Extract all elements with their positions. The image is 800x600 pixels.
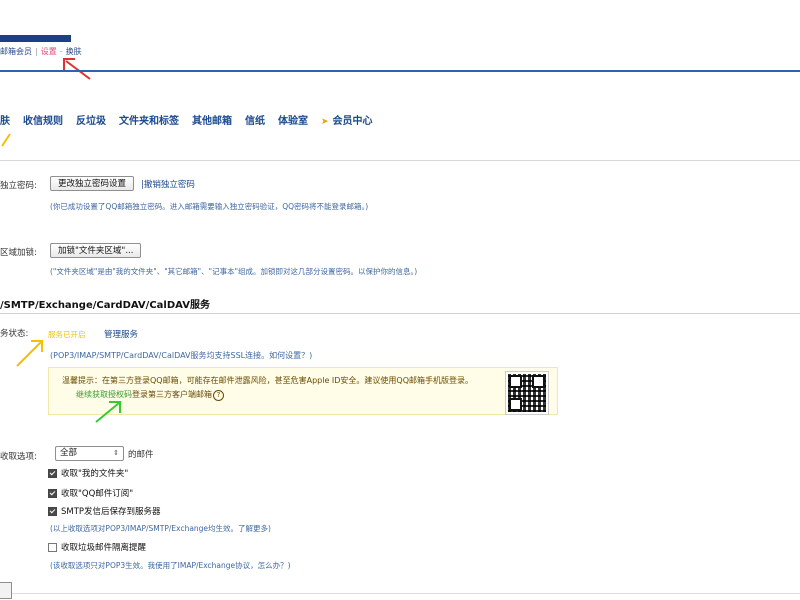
skin-link[interactable]: 换肤 <box>66 47 82 56</box>
checkbox-qq-subscriptions-label: 收取"QQ邮件订阅" <box>61 489 134 499</box>
checkbox-spam-isolation-row[interactable]: 收取垃圾邮件隔离提醒 <box>48 541 146 553</box>
ssl-hint: (POP3/IMAP/SMTP/CardDAV/CalDAV服务均支持SSL连接… <box>50 351 313 360</box>
section-divider <box>0 313 800 314</box>
checkbox-my-folders[interactable] <box>48 469 57 478</box>
tab-stationery[interactable]: 信纸 <box>245 116 265 127</box>
tab-member-center[interactable]: 会员中心 <box>333 116 373 127</box>
receive-options-label: 收取选项: <box>0 452 37 462</box>
receive-range-suffix: 的邮件 <box>128 450 154 460</box>
pop3-only-hint: (该收取选项只对POP3生效。我使用了IMAP/Exchange协议，怎么办？) <box>50 561 291 570</box>
settings-link[interactable]: 设置 <box>41 47 57 56</box>
save-button[interactable] <box>0 582 12 599</box>
checkbox-qq-subscriptions[interactable] <box>48 489 57 498</box>
checkbox-spam-isolation[interactable] <box>48 543 57 552</box>
change-independent-password-button[interactable]: 更改独立密码设置 <box>50 176 135 191</box>
help-icon[interactable]: ? <box>213 390 224 401</box>
lock-folder-area-button[interactable]: 加锁"文件夹区域"... <box>50 243 142 258</box>
settings-nav: 肤 收信规则 反垃圾 文件夹和标签 其他邮箱 信纸 体验室 ➤ 会员中心 <box>0 112 386 127</box>
checkbox-smtp-save-row[interactable]: SMTP发信后保存到服务器 <box>48 505 161 517</box>
checkbox-my-folders-label: 收取"我的文件夹" <box>61 469 129 479</box>
brand-bar <box>0 35 71 42</box>
independent-password-label: 独立密码: <box>0 181 37 191</box>
green-annotation-arrow <box>95 401 121 423</box>
manage-service-link[interactable]: 管理服务 <box>104 328 138 340</box>
service-enabled-status: 服务已开启 <box>48 330 86 339</box>
member-link[interactable]: 邮箱会员 <box>0 47 32 56</box>
revoke-independent-password-link[interactable]: |撤销独立密码 <box>141 178 195 190</box>
checkbox-smtp-save-label: SMTP发信后保存到服务器 <box>61 507 161 517</box>
checkbox-spam-isolation-label: 收取垃圾邮件隔离提醒 <box>61 543 147 553</box>
select-caret-icon: ⇕ <box>113 449 119 457</box>
folder-lock-label: 区域加锁: <box>0 248 37 258</box>
notice-text: 温馨提示：在第三方登录QQ邮箱，可能存在邮件泄露风险，甚至危害Apple ID安… <box>62 376 474 385</box>
yellow-status-arrow <box>16 340 43 367</box>
tab-folders-labels[interactable]: 文件夹和标签 <box>119 116 179 127</box>
nav-divider <box>0 160 800 161</box>
receive-options-hint: (以上收取选项对POP3/IMAP/SMTP/Exchange均生效。了解更多) <box>50 524 271 533</box>
dash-separator: - <box>59 47 63 56</box>
red-annotation-arrow <box>63 58 91 80</box>
qr-finder <box>509 398 522 411</box>
checkbox-qq-subscriptions-row[interactable]: 收取"QQ邮件订阅" <box>48 487 133 499</box>
qr-finder <box>532 375 545 388</box>
receive-range-select[interactable]: 全部 ⇕ <box>55 446 124 461</box>
checkbox-smtp-save[interactable] <box>48 507 57 516</box>
tab-other-mailboxes[interactable]: 其他邮箱 <box>192 116 232 127</box>
protocol-section-title: /SMTP/Exchange/CardDAV/CalDAV服务 <box>0 300 210 311</box>
bottom-divider <box>0 593 800 594</box>
receive-range-value: 全部 <box>60 448 78 458</box>
qr-code <box>505 371 549 415</box>
tab-anti-spam[interactable]: 反垃圾 <box>76 116 106 127</box>
tab-skin[interactable]: 肤 <box>0 116 10 127</box>
folder-lock-hint: ("文件夹区域"是由"我的文件夹"、"其它邮箱"、"记事本"组成。加锁即对这几部… <box>50 267 418 276</box>
yellow-nav-arrow <box>1 133 11 147</box>
checkbox-my-folders-row[interactable]: 收取"我的文件夹" <box>48 467 128 479</box>
notice-line2-text: 登录第三方客户端邮箱 <box>132 390 212 399</box>
header-divider <box>0 70 800 72</box>
tab-receive-rules[interactable]: 收信规则 <box>23 116 63 127</box>
qr-finder <box>509 375 522 388</box>
separator: | <box>35 47 38 56</box>
tab-lab[interactable]: 体验室 <box>278 116 308 127</box>
independent-password-hint: (你已成功设置了QQ邮箱独立密码。进入邮箱需要输入独立密码验证，QQ密码将不能登… <box>50 202 369 211</box>
vip-icon: ➤ <box>321 117 329 127</box>
